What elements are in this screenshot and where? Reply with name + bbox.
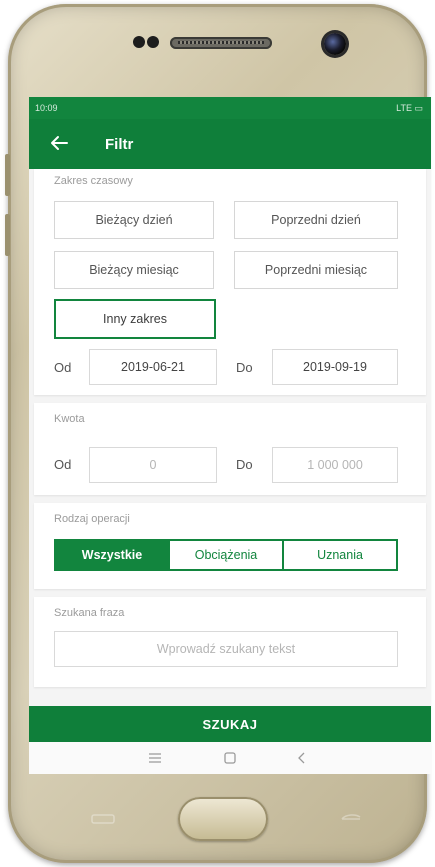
earpiece-speaker	[170, 37, 272, 49]
amount-to-field[interactable]: 1 000 000	[272, 447, 398, 483]
back-key-icon[interactable]	[338, 813, 364, 825]
filter-debits-tab[interactable]: Obciążenia	[168, 539, 284, 571]
page-title: Filtr	[105, 136, 134, 153]
arrow-left-icon[interactable]	[47, 131, 71, 155]
previous-day-button[interactable]: Poprzedni dzień	[234, 201, 398, 239]
previous-month-button[interactable]: Poprzedni miesiąc	[234, 251, 398, 289]
date-from-label: Od	[54, 360, 72, 375]
back-nav-icon[interactable]	[294, 750, 310, 766]
status-time: 10:09	[35, 103, 58, 113]
app-toolbar: Filtr	[29, 119, 431, 169]
time-range-section: Zakres czasowy Bieżący dzień Poprzedni d…	[34, 169, 426, 395]
status-bar: 10:09 LTE ▭	[29, 97, 431, 119]
search-phrase-label: Szukana fraza	[54, 607, 125, 619]
amount-from-label: Od	[54, 457, 72, 472]
current-month-button[interactable]: Bieżący miesiąc	[54, 251, 214, 289]
operation-type-label: Rodzaj operacji	[54, 513, 130, 525]
front-camera	[324, 33, 346, 55]
operation-type-section: Rodzaj operacji Wszystkie Obciążenia Uzn…	[34, 503, 426, 589]
date-to-field[interactable]: 2019-09-19	[272, 349, 398, 385]
amount-section: Kwota Od 0 Do 1 000 000	[34, 403, 426, 495]
other-range-button[interactable]: Inny zakres	[54, 299, 216, 339]
search-phrase-input[interactable]: Wprowadź szukany tekst	[54, 631, 398, 667]
status-icons: LTE ▭	[394, 103, 423, 113]
recent-apps-key-icon[interactable]	[90, 813, 116, 825]
home-icon[interactable]	[222, 750, 238, 766]
date-to-label: Do	[236, 360, 253, 375]
android-nav-bar	[29, 742, 431, 774]
volume-button	[5, 214, 10, 256]
search-button[interactable]: SZUKAJ	[29, 706, 431, 742]
filter-all-tab[interactable]: Wszystkie	[54, 539, 170, 571]
amount-to-label: Do	[236, 457, 253, 472]
amount-label: Kwota	[54, 413, 85, 425]
date-from-field[interactable]: 2019-06-21	[89, 349, 217, 385]
home-hardware-button[interactable]	[178, 797, 268, 841]
amount-from-field[interactable]: 0	[89, 447, 217, 483]
current-day-button[interactable]: Bieżący dzień	[54, 201, 214, 239]
recent-apps-icon[interactable]	[147, 750, 163, 766]
search-phrase-section: Szukana fraza Wprowadź szukany tekst	[34, 597, 426, 687]
filter-credits-tab[interactable]: Uznania	[282, 539, 398, 571]
phone-screen: 10:09 LTE ▭ Filtr Zakres czasowy Bieżący…	[29, 97, 431, 774]
time-range-label: Zakres czasowy	[54, 175, 133, 187]
volume-button	[5, 154, 10, 196]
